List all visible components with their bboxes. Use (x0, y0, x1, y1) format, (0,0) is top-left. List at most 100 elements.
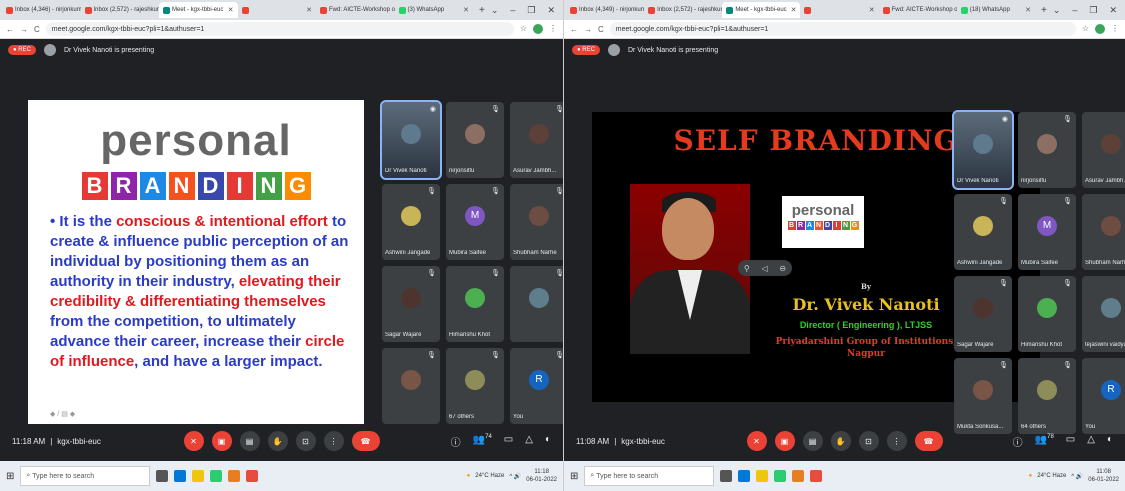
participant-tile[interactable]: 🎙 Ashwini Jangade (954, 194, 1012, 270)
participant-tile[interactable]: 🎙Shubham Narhe (1082, 194, 1125, 270)
more-options-button[interactable]: ⋮ (886, 431, 907, 451)
participant-tile[interactable]: 🎙Asurav Jambh... (1082, 112, 1125, 188)
windows-start-icon[interactable]: ⊞ (570, 471, 578, 482)
activities-icon[interactable]: △ (525, 434, 533, 449)
participant-tile[interactable]: 🎙 nirjonsilfu (446, 102, 504, 178)
app-icon[interactable] (792, 470, 805, 482)
taskview-icon[interactable] (156, 470, 169, 482)
mic-off-button[interactable]: ✕ (746, 431, 767, 451)
forward-icon[interactable]: → (584, 25, 592, 34)
participant-tile[interactable]: R 🎙 You (510, 348, 563, 424)
participant-tile[interactable]: 🎙 67 others (446, 348, 504, 424)
new-tab-icon[interactable]: + (1035, 5, 1053, 16)
tab-close-icon[interactable]: ✕ (228, 6, 234, 14)
app-icon[interactable] (228, 470, 241, 482)
tab-close-icon[interactable]: ✕ (791, 6, 797, 14)
people-icon[interactable]: 👥74 (473, 434, 492, 449)
browser-tab[interactable]: Fwd: AICTE-Workshop on ...✕ (879, 2, 957, 18)
file-explorer-icon[interactable] (738, 470, 751, 482)
camera-off-button[interactable]: ▣ (774, 431, 795, 451)
extensions-icon[interactable]: ☆ (1082, 24, 1089, 34)
extensions-icon[interactable]: ☆ (520, 24, 527, 34)
minimize-icon[interactable]: – (1072, 5, 1077, 16)
window-controls[interactable]: ⌄ – ❐ ✕ (491, 5, 563, 16)
chat-icon[interactable]: ▭ (504, 434, 513, 449)
folder-icon[interactable] (756, 470, 769, 482)
maximize-icon[interactable]: ❐ (1089, 5, 1097, 16)
menu-icon[interactable]: ⋮ (549, 24, 557, 34)
profile-icon[interactable] (1095, 24, 1105, 34)
lock-icon[interactable]: ◐ (545, 434, 551, 449)
browser-tab[interactable]: (18) WhatsApp ✕ (957, 2, 1035, 18)
leave-call-button[interactable]: ☎ (914, 431, 943, 451)
url-field[interactable]: meet.google.com/kgx-tbbi-euc?pli=1&authu… (609, 22, 1076, 36)
profile-icon[interactable] (533, 24, 543, 34)
windows-start-icon[interactable]: ⊞ (6, 471, 14, 482)
taskbar-search[interactable]: ⌕ Type here to search (584, 466, 715, 486)
lock-icon[interactable]: ◐ (1107, 434, 1113, 449)
tab-search-icon[interactable]: ⌄ (1053, 5, 1061, 16)
folder-icon[interactable] (192, 470, 205, 482)
people-icon[interactable]: 👥78 (1035, 434, 1054, 449)
browser-tab[interactable]: ✕ (238, 2, 317, 18)
tab-close-icon[interactable]: ✕ (463, 6, 469, 14)
reload-icon[interactable]: C (598, 25, 604, 34)
participant-tile[interactable]: M 🎙 Mubira Saifee (446, 184, 504, 260)
info-icon[interactable]: ⓘ (451, 434, 461, 449)
browser-tab[interactable]: (3) WhatsApp ✕ (395, 2, 474, 18)
url-field[interactable]: meet.google.com/kgx-tbbi-euc?pli=1&authu… (45, 22, 514, 36)
browser-tab[interactable]: Inbox (4,349) - nirjonkumar✕ (566, 2, 644, 18)
browser-tab[interactable]: Meet - kgx-tbbi-euc ✕ (159, 2, 238, 18)
participant-tile[interactable]: ◉ Dr Vivek Nanoti (380, 100, 442, 180)
slide-zoom-controls[interactable]: ⚲ ◁ ⊖ (738, 260, 792, 276)
activities-icon[interactable]: △ (1087, 434, 1095, 449)
file-explorer-icon[interactable] (174, 470, 187, 482)
browser-tab[interactable]: Inbox (2,572) - rajeshkumar✕ (81, 2, 159, 18)
more-options-button[interactable]: ⋮ (323, 431, 344, 451)
tray-icons[interactable]: ^ 🔊 (509, 473, 521, 480)
app-icon-2[interactable] (246, 470, 259, 482)
info-icon[interactable]: ⓘ (1013, 434, 1023, 449)
participant-tile[interactable]: M 🎙 Mubira Saifee (1018, 194, 1076, 270)
present-button[interactable]: ⊡ (858, 431, 879, 451)
tab-close-icon[interactable]: ✕ (306, 6, 312, 14)
pin-icon[interactable]: ⚲ (744, 264, 750, 273)
participant-tile[interactable]: 🎙 Himanshu Khot (446, 266, 504, 342)
raise-hand-button[interactable]: ✋ (267, 431, 288, 451)
menu-icon[interactable]: ⋮ (1111, 24, 1119, 34)
browser-tab[interactable]: Inbox (4,346) - nirjonkumar✕ (2, 2, 81, 18)
participant-tile[interactable]: 🎙 (382, 348, 440, 424)
close-window-icon[interactable]: ✕ (547, 5, 555, 16)
mute-icon[interactable]: ◁ (761, 264, 767, 273)
participant-tile[interactable]: 🎙 Sagar Wajare (382, 266, 440, 342)
browser-tab[interactable]: Fwd: AICTE-Workshop on ...✕ (316, 2, 395, 18)
maximize-icon[interactable]: ❐ (527, 5, 535, 16)
reload-icon[interactable]: C (34, 25, 40, 34)
camera-off-button[interactable]: ▣ (211, 431, 232, 451)
present-button[interactable]: ⊡ (295, 431, 316, 451)
mic-off-button[interactable]: ✕ (183, 431, 204, 451)
participant-tile[interactable]: 🎙Shubham Narhe (510, 184, 563, 260)
leave-call-button[interactable]: ☎ (351, 431, 380, 451)
minimize-icon[interactable]: – (510, 5, 515, 16)
chrome-icon[interactable] (774, 470, 787, 482)
participant-tile[interactable]: 🎙tejaswini vaidya (1082, 276, 1125, 352)
tray-icons[interactable]: ^ 🔊 (1071, 473, 1083, 480)
forward-icon[interactable]: → (20, 25, 28, 34)
window-controls[interactable]: ⌄ – ❐ ✕ (1053, 5, 1125, 16)
participant-tile[interactable]: 🎙Asurav Jambh... (510, 102, 563, 178)
tab-close-icon[interactable]: ✕ (869, 6, 875, 14)
participant-tile[interactable]: ◉ Dr Vivek Nanoti (952, 110, 1014, 190)
tab-search-icon[interactable]: ⌄ (491, 5, 499, 16)
browser-tab[interactable]: Inbox (2,572) - rajeshkumar✕ (644, 2, 722, 18)
chrome-icon[interactable] (210, 470, 223, 482)
close-window-icon[interactable]: ✕ (1109, 5, 1117, 16)
taskbar-search[interactable]: ⌕ Type here to search (20, 466, 151, 486)
raise-hand-button[interactable]: ✋ (830, 431, 851, 451)
back-icon[interactable]: ← (6, 25, 14, 34)
participant-tile[interactable]: 🎙 (510, 266, 563, 342)
participant-tile[interactable]: 🎙 Sagar Wajare (954, 276, 1012, 352)
app-icon-2[interactable] (810, 470, 823, 482)
new-tab-icon[interactable]: + (473, 5, 491, 16)
back-icon[interactable]: ← (570, 25, 578, 34)
